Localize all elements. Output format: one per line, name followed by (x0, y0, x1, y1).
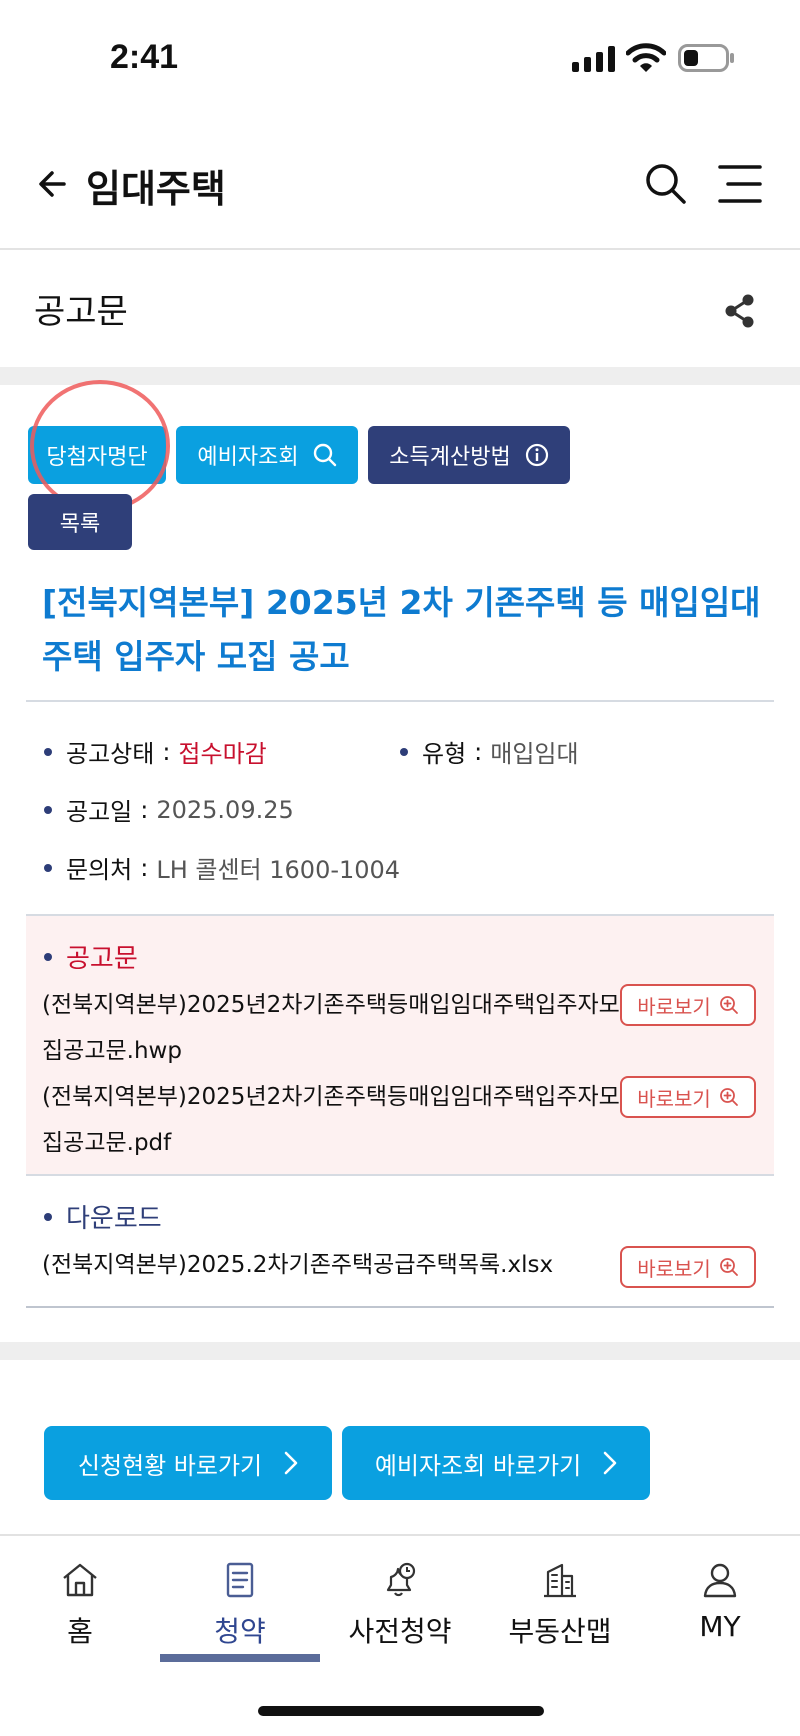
downloads-divider (26, 1306, 774, 1308)
tab-my[interactable]: MY (640, 1560, 800, 1643)
status-badge: 접수마감 (178, 740, 267, 768)
view-xlsx-button[interactable]: 바로보기 (620, 1246, 756, 1288)
tab-home-label: 홈 (67, 1615, 93, 1648)
status-key: 공고상태 (66, 740, 155, 768)
notice-status: 공고상태 : 접수마감 (44, 734, 267, 769)
highlight-circle (30, 380, 170, 512)
tab-pre-subscription-label: 사전청약 (348, 1615, 452, 1648)
tab-subscription-label: 청약 (214, 1615, 266, 1648)
title-divider (26, 700, 774, 702)
type-sep: : (474, 737, 483, 766)
chevron-right-icon (284, 1451, 298, 1475)
active-tab-indicator (160, 1654, 320, 1662)
reserve-check-label: 예비자조회 바로가기 (374, 1451, 582, 1480)
contact-value: LH 콜센터 1600-1004 (156, 856, 401, 884)
zoom-in-icon (719, 996, 738, 1014)
notice-date: 공고일 : 2025.09.25 (44, 792, 294, 827)
document-icon (226, 1562, 254, 1598)
bullet-icon (44, 805, 52, 814)
view-label: 바로보기 (637, 1256, 711, 1281)
bullet-icon (44, 952, 52, 961)
contact-key: 문의처 (66, 856, 133, 884)
hamburger-menu-icon[interactable] (718, 164, 762, 204)
bullet-icon (44, 747, 52, 756)
date-sep: : (140, 795, 149, 824)
tab-realestate-map-label: 부동산맵 (508, 1615, 612, 1648)
view-hwp-button[interactable]: 바로보기 (620, 984, 756, 1026)
content-separator (0, 1342, 800, 1360)
contact-sep: : (140, 853, 149, 882)
tabbar-divider (0, 1534, 800, 1536)
document-file-pdf[interactable]: (전북지역본부)2025년2차기존주택등매입임대주택입주자모집공고문.pdf (42, 1074, 622, 1166)
home-icon (63, 1563, 97, 1597)
apply-status-button[interactable]: 신청현황 바로가기 (44, 1426, 332, 1500)
tab-pre-subscription[interactable]: 사전청약 (320, 1560, 480, 1650)
income-calc-button[interactable]: 소득계산방법 (368, 426, 570, 484)
documents-divider (26, 1174, 774, 1176)
type-value: 매입임대 (490, 740, 579, 768)
date-key: 공고일 (66, 798, 133, 826)
notice-contact: 문의처 : LH 콜센터 1600-1004 (44, 850, 400, 885)
cellular-signal-icon (572, 46, 615, 72)
header-divider (0, 248, 800, 250)
type-key: 유형 (422, 740, 467, 768)
tab-realestate-map[interactable]: 부동산맵 (480, 1560, 640, 1650)
tab-my-label: MY (699, 1610, 741, 1643)
zoom-in-icon (719, 1088, 738, 1106)
income-calc-label: 소득계산방법 (389, 445, 511, 470)
download-file-xlsx[interactable]: (전북지역본부)2025.2차기존주택공급주택목록.xlsx (42, 1242, 642, 1288)
tab-home[interactable]: 홈 (0, 1560, 160, 1650)
reserve-search-label: 예비자조회 (197, 445, 299, 470)
downloads-heading: 다운로드 (44, 1198, 162, 1235)
reserve-check-button[interactable]: 예비자조회 바로가기 (342, 1426, 650, 1500)
back-arrow-icon[interactable] (34, 164, 74, 204)
search-icon (313, 443, 336, 467)
reserve-search-button[interactable]: 예비자조회 (176, 426, 358, 484)
date-value: 2025.09.25 (156, 795, 294, 824)
notice-type: 유형 : 매입임대 (400, 734, 579, 769)
apply-status-label: 신청현황 바로가기 (77, 1451, 263, 1480)
bullet-icon (44, 863, 52, 872)
view-label: 바로보기 (637, 994, 711, 1019)
documents-heading: 공고문 (44, 938, 138, 975)
bullet-icon (400, 747, 408, 756)
zoom-in-icon (719, 1258, 738, 1276)
documents-heading-label: 공고문 (66, 944, 138, 974)
person-icon (703, 1563, 737, 1598)
page-title: 임대주택 (86, 167, 226, 211)
home-indicator[interactable] (258, 1706, 544, 1716)
downloads-heading-label: 다운로드 (66, 1204, 162, 1234)
battery-icon (678, 44, 734, 72)
wifi-icon (626, 43, 666, 72)
search-icon[interactable] (644, 162, 688, 206)
list-button[interactable]: 목록 (28, 494, 132, 550)
bell-clock-icon (386, 1562, 416, 1597)
tab-subscription[interactable]: 청약 (160, 1560, 320, 1650)
view-label: 바로보기 (637, 1086, 711, 1111)
view-pdf-button[interactable]: 바로보기 (620, 1076, 756, 1118)
section-title: 공고문 (34, 292, 128, 332)
document-file-hwp[interactable]: (전북지역본부)2025년2차기존주택등매입임대주택입주자모집공고문.hwp (42, 982, 622, 1074)
status-sep: : (162, 737, 171, 766)
info-icon (525, 443, 548, 467)
share-icon[interactable] (724, 294, 756, 328)
bullet-icon (44, 1212, 52, 1221)
chevron-right-icon (603, 1451, 617, 1475)
list-label: 목록 (59, 512, 101, 537)
notice-title: [전북지역본부] 2025년 2차 기존주택 등 매입임대주택 입주자 모집 공… (42, 583, 761, 676)
building-icon (544, 1563, 576, 1598)
status-time: 2:41 (110, 38, 179, 76)
